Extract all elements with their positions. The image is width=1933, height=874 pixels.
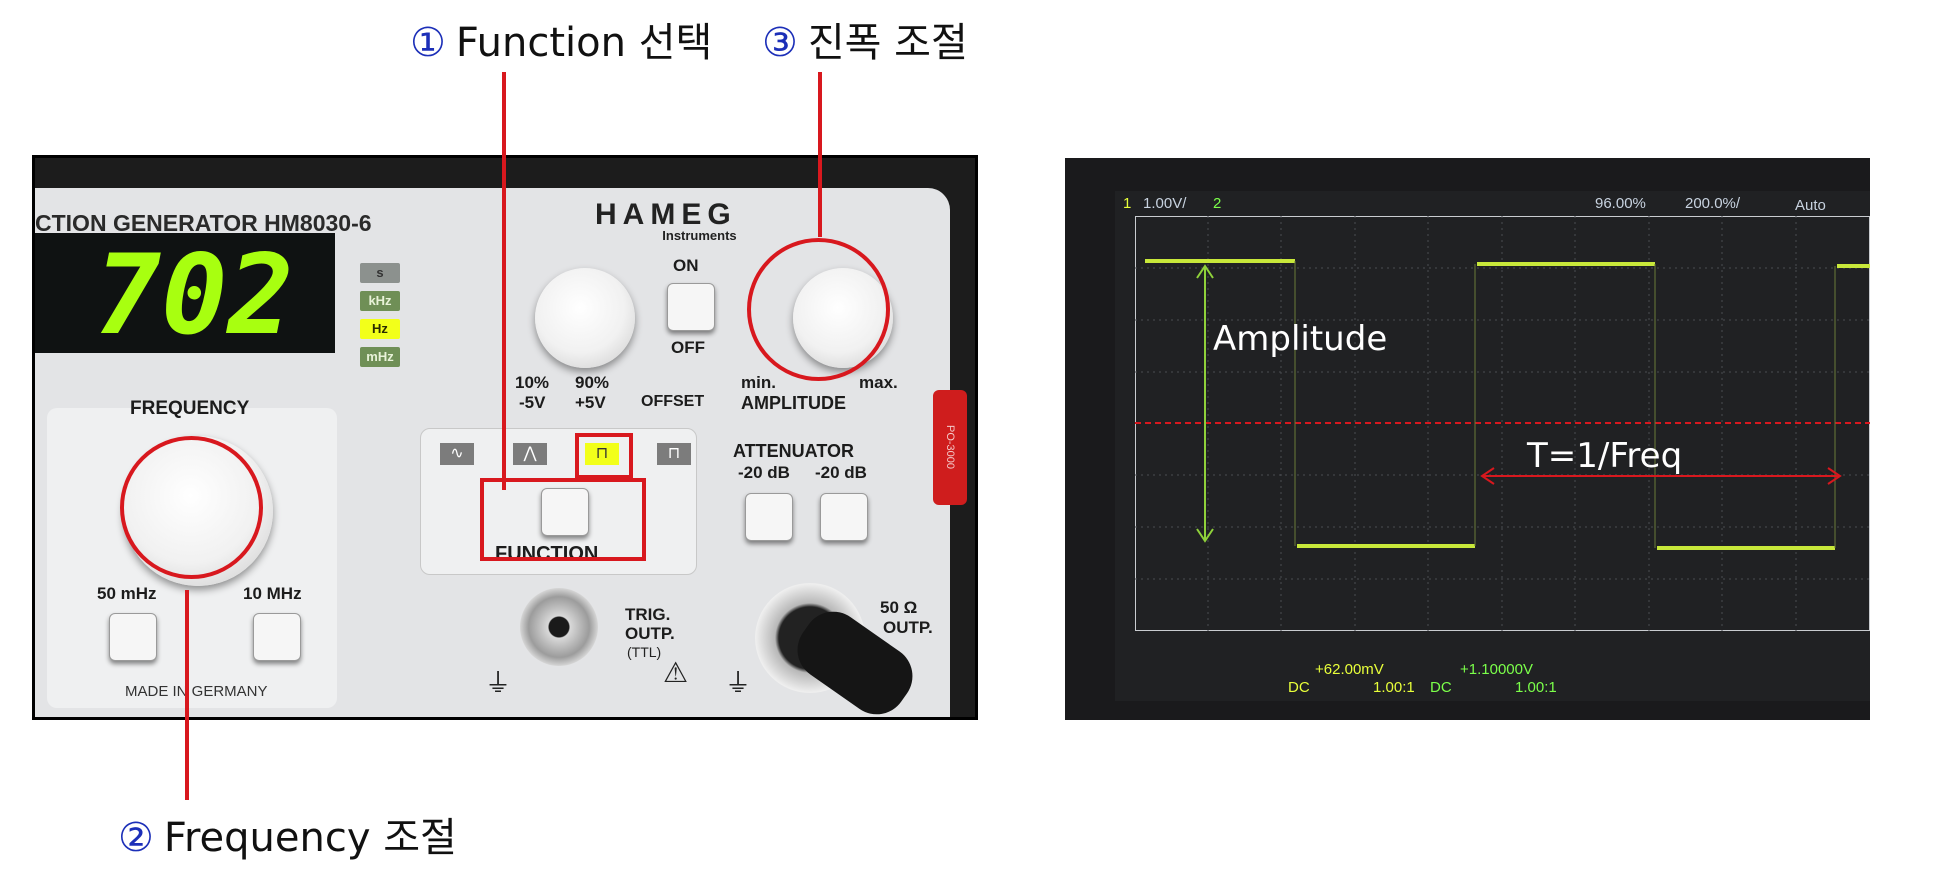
- trigger-mode: Auto: [1795, 197, 1826, 214]
- offset-left-v: -5V: [519, 393, 546, 412]
- unit-mhz: mHz: [360, 347, 400, 367]
- callout-frequency: ② Frequency 조절: [118, 805, 457, 863]
- attenuator-a-button[interactable]: [745, 493, 793, 541]
- ch2-offset: +1.10000V: [1460, 661, 1533, 678]
- ch2-probe-ratio: 1.00:1: [1515, 679, 1557, 696]
- callout-text: Function 선택: [455, 20, 713, 66]
- ch1-probe-ratio: 1.00:1: [1373, 679, 1415, 696]
- period-annotation: T=1/Freq: [1527, 436, 1683, 476]
- sine-icon: ∿: [440, 443, 474, 465]
- oscilloscope-photo: 1 1.00V/ 2 96.00% 200.0%/ Auto Amplitude…: [1065, 158, 1870, 720]
- power-button[interactable]: [667, 283, 715, 331]
- unit-khz: kHz: [360, 291, 400, 311]
- unit-hz-selected: Hz: [360, 319, 400, 339]
- attenuator-title: ATTENUATOR: [733, 441, 854, 461]
- freq-range-high: 10 MHz: [243, 584, 302, 603]
- amplitude-max-label: max.: [859, 373, 898, 392]
- trigger-percent: 96.00%: [1595, 195, 1646, 212]
- frequency-red-circle: [120, 436, 263, 579]
- trig-label: TRIG.: [625, 605, 671, 624]
- pulse-icon: ⊓: [657, 443, 691, 465]
- callout-text: Frequency 조절: [163, 815, 457, 861]
- callout-amplitude: ③ 진폭 조절: [762, 10, 968, 68]
- brand-name: HAMEG: [595, 198, 737, 231]
- timebase: 200.0%/: [1685, 195, 1741, 212]
- trig-output-connector: [520, 588, 598, 666]
- amplitude-arrow: [1196, 264, 1214, 543]
- amplitude-min-label: min.: [741, 373, 776, 392]
- function-callout-line: [502, 72, 506, 490]
- amplitude-title: AMPLITUDE: [741, 393, 846, 413]
- frequency-title: FREQUENCY: [130, 398, 250, 419]
- freq-range-down-button[interactable]: [109, 613, 157, 661]
- trig-outp-label: OUTP.: [625, 624, 675, 643]
- offset-right-pct: 90%: [575, 373, 610, 392]
- offset-label: OFFSET: [641, 393, 705, 410]
- ch2-coupling: DC: [1430, 679, 1452, 696]
- unit-s: s: [360, 263, 400, 283]
- side-tag: PO-3000: [933, 390, 967, 505]
- ch1-scale: 1.00V/: [1143, 195, 1187, 212]
- power-on-label: ON: [673, 256, 699, 275]
- output-label: OUTP.: [883, 618, 933, 637]
- warning-icon: ⚠: [663, 657, 689, 688]
- square-icon-red-box: [575, 433, 633, 479]
- ch1-offset: +62.00mV: [1315, 661, 1384, 678]
- output-ohm-label: 50 Ω: [880, 598, 918, 617]
- display-value: 702: [95, 231, 294, 359]
- callout-number: ③: [762, 20, 798, 66]
- freq-range-low: 50 mHz: [97, 584, 157, 603]
- brand-logo: HAMEG Instruments: [595, 198, 737, 243]
- ch1-coupling: DC: [1288, 679, 1310, 696]
- ground-icon: ⏚: [725, 668, 752, 698]
- callout-number: ②: [118, 815, 154, 861]
- oscilloscope-screen: 1 1.00V/ 2 96.00% 200.0%/ Auto Amplitude…: [1115, 191, 1870, 701]
- amplitude-callout-line: [818, 72, 822, 237]
- freq-range-up-button[interactable]: [253, 613, 301, 661]
- attenuator-a-label: -20 dB: [738, 463, 790, 482]
- callout-function: ① Function 선택: [410, 10, 712, 68]
- ch1-label: 1: [1123, 195, 1132, 212]
- amplitude-annotation: Amplitude: [1213, 319, 1388, 359]
- waveform-grid: [1135, 216, 1870, 631]
- offset-left-pct: 10%: [515, 373, 550, 392]
- attenuator-b-label: -20 dB: [815, 463, 867, 482]
- made-in-label: MADE IN GERMANY: [125, 683, 268, 700]
- power-off-label: OFF: [671, 338, 705, 357]
- ch2-label: 2: [1213, 195, 1222, 212]
- attenuator-b-button[interactable]: [820, 493, 868, 541]
- ground-icon: ⏚: [485, 668, 512, 698]
- callout-text: 진폭 조절: [807, 20, 968, 66]
- square-wave: [1145, 259, 1870, 550]
- frequency-callout-line: [185, 590, 189, 800]
- function-button-red-box: [480, 478, 646, 561]
- offset-right-v: +5V: [575, 393, 606, 412]
- amplitude-red-circle: [747, 238, 890, 381]
- callout-number: ①: [410, 20, 446, 66]
- triangle-icon: ⋀: [513, 443, 547, 465]
- trig-ttl-label: (TTL): [627, 644, 662, 660]
- offset-knob[interactable]: [535, 268, 635, 368]
